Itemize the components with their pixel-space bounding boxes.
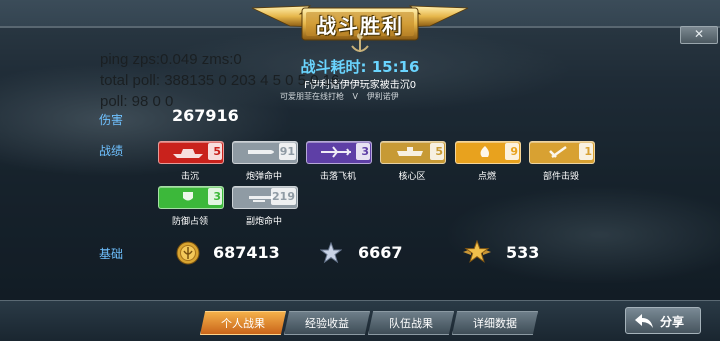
achievement-count: 9 — [505, 143, 519, 160]
achievement-count: 219 — [271, 188, 296, 205]
achievement-caption: 炮弹命中 — [245, 172, 282, 182]
coins-value: 687413 — [213, 243, 280, 262]
achievement-count: 3 — [356, 143, 370, 160]
share-label: 分享 — [660, 315, 685, 329]
debug-overlay: ping zps:0.049 zms:0 total poll: 388135 … — [100, 49, 339, 112]
achievement-caption: 击沉 — [180, 172, 199, 182]
damage-value: 267916 — [172, 106, 239, 125]
share-button[interactable]: 分享 — [625, 307, 701, 334]
tab-personal-results[interactable]: 个人战果 — [200, 311, 286, 335]
core-icon — [397, 147, 423, 156]
basic-label: 基础 — [99, 247, 124, 261]
victory-title: 战斗胜利 — [316, 14, 404, 38]
achievement-caption: 击落飞机 — [319, 172, 356, 182]
matchup-right: 伊利诺伊 — [366, 92, 399, 101]
achievement-count: 5 — [430, 143, 444, 160]
share-arrow-icon — [635, 314, 653, 328]
debug-line: ping zps:0.049 zms:0 — [100, 51, 242, 68]
part-icon — [549, 145, 567, 159]
achievements-label: 战绩 — [99, 144, 124, 158]
achievement-caption: 部件击毁 — [542, 172, 579, 182]
achievement-badge: 91 — [232, 141, 298, 164]
debug-line: total poll: 388135 0 203 4 5 0 5 0 16 — [100, 72, 340, 89]
plane-icon — [321, 146, 351, 158]
close-button[interactable]: ✕ — [680, 26, 718, 44]
tab-experience[interactable]: 经验收益 — [284, 311, 370, 335]
damage-label: 伤害 — [99, 113, 124, 127]
defend-icon — [183, 192, 193, 201]
tab-details[interactable]: 详细数据 — [452, 311, 538, 335]
silver-star-icon — [320, 242, 342, 264]
coin-icon — [176, 241, 200, 265]
achievement-caption: 核心区 — [398, 172, 426, 182]
achievement-count: 5 — [208, 143, 222, 160]
achievement-count: 1 — [579, 143, 593, 160]
achievement-badge: 3 — [158, 186, 224, 209]
achievement-badge: 5 — [380, 141, 446, 164]
achievement-badge: 9 — [455, 141, 521, 164]
shell-icon — [248, 150, 274, 154]
exp-value: 6667 — [358, 243, 403, 262]
achievement-caption: 防御占领 — [171, 217, 208, 227]
achievement-badge: 3 — [306, 141, 372, 164]
gold-star-icon — [463, 240, 491, 263]
achievement-badge: 1 — [529, 141, 595, 164]
ship-icon — [173, 149, 203, 158]
achievement-caption: 点燃 — [477, 172, 496, 182]
fire-icon — [480, 146, 489, 157]
close-icon: ✕ — [693, 27, 705, 41]
matchup-vs: V — [352, 92, 359, 101]
rank-value: 533 — [506, 243, 540, 262]
achievement-count: 3 — [208, 188, 222, 205]
achievement-count: 91 — [278, 143, 296, 160]
achievement-badge: 219 — [232, 186, 298, 209]
achievement-badge: 5 — [158, 141, 224, 164]
tab-team-results[interactable]: 队伍战果 — [368, 311, 454, 335]
achievement-caption: 副炮命中 — [245, 217, 282, 227]
